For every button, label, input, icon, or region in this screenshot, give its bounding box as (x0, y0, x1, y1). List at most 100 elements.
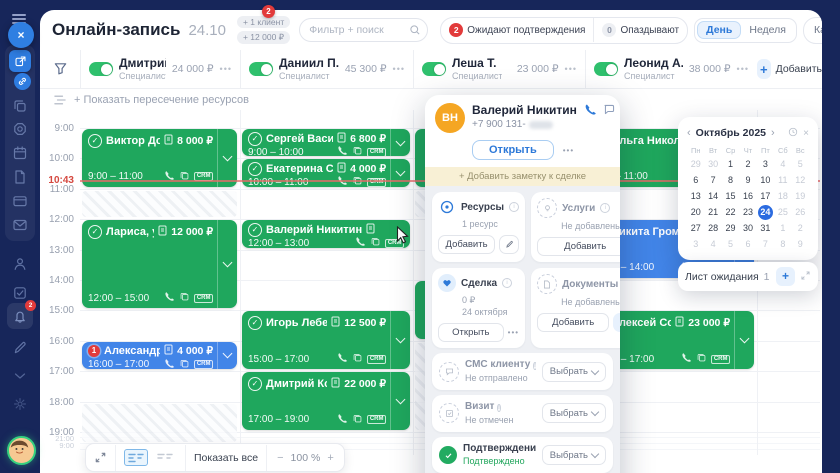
calendar-day[interactable]: 11 (775, 173, 790, 188)
close-panel-button[interactable]: × (8, 22, 34, 48)
zoom-out-button[interactable]: − (275, 452, 285, 464)
calendar-day[interactable]: 28 (706, 221, 721, 236)
show-intersection-link[interactable]: + Показать пересечение ресурсов (53, 94, 249, 106)
calendar-day[interactable]: 6 (740, 237, 755, 252)
calendar-day[interactable]: 19 (793, 189, 808, 204)
confirmation-choose-button[interactable]: Выбрать (542, 445, 606, 465)
calendar-day[interactable]: 1 (723, 157, 738, 172)
gear-icon[interactable] (12, 396, 28, 412)
appointment-expand-icon[interactable] (390, 372, 410, 430)
bell-icon[interactable] (12, 308, 28, 324)
calendar-day[interactable]: 17 (758, 189, 773, 204)
calendar-day[interactable]: 13 (688, 189, 703, 204)
chat-icon[interactable] (603, 103, 616, 121)
appointment-expand-icon[interactable] (390, 129, 410, 156)
more-button[interactable]: ••• (563, 146, 574, 155)
calendar-day[interactable]: 27 (688, 221, 703, 236)
pencil-icon[interactable] (12, 340, 28, 356)
call-icon[interactable] (584, 103, 597, 121)
appointment-card[interactable]: 1Александр4 000 ₽16:00 – 17:00CRM (82, 342, 237, 369)
deal-open-button[interactable]: Открыть (438, 323, 504, 342)
calendar-day[interactable]: 5 (793, 157, 808, 172)
appointment-card[interactable]: ✓Екатерина Смирнова4 000 ₽10:00 – 11:00C… (242, 159, 410, 186)
calendar-day[interactable]: 8 (723, 173, 738, 188)
calendar-day[interactable]: 7 (706, 173, 721, 188)
calendar-day[interactable]: 20 (688, 205, 703, 220)
calendar-day[interactable]: 7 (758, 237, 773, 252)
view-compact-button[interactable] (153, 449, 177, 466)
chevron-down-icon[interactable] (12, 368, 28, 384)
calendar-day[interactable]: 6 (688, 173, 703, 188)
calendar-day[interactable]: 1 (775, 221, 790, 236)
appointment-expand-icon[interactable] (390, 159, 410, 186)
appointment-expand-icon[interactable] (217, 220, 237, 308)
copy-icon[interactable] (12, 98, 28, 114)
appointment-card[interactable]: ✓Валерий Никитин12:00 – 13:00CRM (242, 220, 410, 247)
user-avatar[interactable] (7, 436, 36, 465)
appointment-expand-icon[interactable] (734, 311, 754, 369)
appointment-card[interactable]: ✓Дмитрий Ковалев22 000 ₽17:00 – 19:00CRM (242, 372, 410, 430)
calendar-day[interactable]: 10 (758, 173, 773, 188)
visit-choose-button[interactable]: Выбрать (542, 403, 606, 423)
calendar-day[interactable]: 9 (740, 173, 755, 188)
sms-choose-button[interactable]: Выбрать (542, 362, 606, 382)
appointment-expand-icon[interactable] (217, 342, 237, 369)
calendar-day[interactable]: 30 (740, 221, 755, 236)
link-icon[interactable] (14, 73, 31, 90)
calendar-day[interactable]: 29 (723, 221, 738, 236)
calendar-day[interactable]: 31 (758, 221, 773, 236)
appointment-card[interactable]: ✓Игорь Лебедев12 500 ₽15:00 – 17:00CRM (242, 311, 410, 369)
card-icon[interactable] (12, 193, 28, 209)
calendar-day[interactable]: 3 (688, 237, 703, 252)
expand-button[interactable] (86, 451, 115, 464)
resources-add-button[interactable]: Добавить (438, 235, 495, 254)
calendar-prev-button[interactable]: ‹ (687, 127, 691, 139)
calendar-day[interactable]: 29 (688, 157, 703, 172)
documents-add-button[interactable]: Добавить (537, 313, 609, 332)
share-icon[interactable] (9, 50, 31, 72)
calendar-day[interactable]: 24 (758, 205, 773, 220)
resources-edit-button[interactable] (499, 235, 519, 254)
zoom-in-button[interactable]: + (325, 452, 335, 464)
waitlist-expand-icon[interactable] (800, 268, 811, 286)
mail-icon[interactable] (12, 217, 28, 233)
calendar-day[interactable]: 5 (723, 237, 738, 252)
appointment-card[interactable]: ✓Сергей Васильев6 800 ₽9:00 – 10:00CRM (242, 129, 410, 156)
view-detailed-button[interactable] (124, 449, 148, 466)
calendar-day[interactable]: 26 (793, 205, 808, 220)
document-icon[interactable] (12, 169, 28, 185)
calendar-day[interactable]: 9 (793, 237, 808, 252)
appointment-card[interactable]: ✓Виктор Добров8 000 ₽9:00 – 11:00CRM (82, 129, 237, 187)
calendar-day[interactable]: 2 (740, 157, 755, 172)
calendar-day[interactable]: 4 (706, 237, 721, 252)
waitlist-add-button[interactable]: + (776, 267, 795, 286)
open-client-button[interactable]: Открыть (472, 140, 554, 160)
calendar-day[interactable]: 4 (775, 157, 790, 172)
appointment-expand-icon[interactable] (390, 311, 410, 369)
appointment-expand-icon[interactable] (217, 129, 237, 187)
tasks-icon[interactable] (12, 285, 28, 301)
calendar-icon[interactable] (12, 145, 28, 161)
calendar-day[interactable]: 23 (740, 205, 755, 220)
deal-more-button[interactable]: ••• (508, 328, 519, 337)
calendar-day[interactable]: 18 (775, 189, 790, 204)
nut-icon[interactable] (12, 121, 28, 137)
services-add-button[interactable]: Добавить (537, 237, 620, 256)
clock-icon[interactable] (788, 124, 798, 142)
calendar-day[interactable]: 22 (723, 205, 738, 220)
calendar-day[interactable]: 15 (723, 189, 738, 204)
calendar-day[interactable]: 30 (706, 157, 721, 172)
calendar-day[interactable]: 25 (775, 205, 790, 220)
documents-plus-button[interactable]: + (613, 313, 620, 332)
calendar-day[interactable]: 2 (793, 221, 808, 236)
calendar-next-button[interactable]: › (771, 127, 775, 139)
calendar-day[interactable]: 12 (793, 173, 808, 188)
calendar-day[interactable]: 14 (706, 189, 721, 204)
person-icon[interactable] (12, 256, 28, 272)
calendar-day[interactable]: 21 (706, 205, 721, 220)
calendar-close-icon[interactable]: × (803, 128, 809, 139)
calendar-day[interactable]: 16 (740, 189, 755, 204)
calendar-day[interactable]: 3 (758, 157, 773, 172)
calendar-day[interactable]: 8 (775, 237, 790, 252)
appointment-card[interactable]: ✓Лариса, ул. Лефорт…12 000 ₽12:00 – 15:0… (82, 220, 237, 308)
